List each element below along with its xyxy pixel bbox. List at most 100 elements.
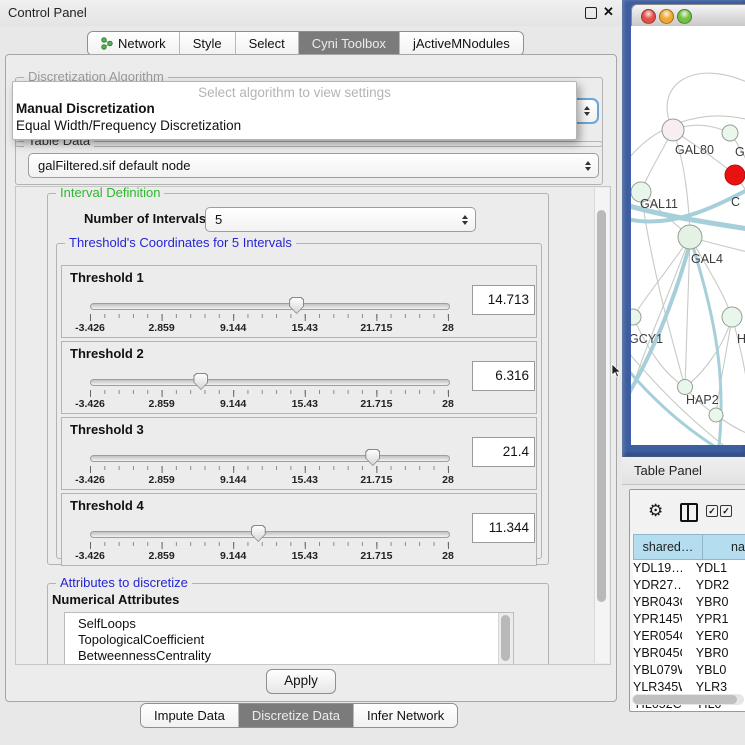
cell-shared-name[interactable]: YBR043C xyxy=(633,594,682,611)
table-row[interactable]: YER054C YER0 xyxy=(633,628,745,645)
apply-button[interactable]: Apply xyxy=(266,669,336,694)
scale-tick-label: 21.715 xyxy=(360,398,392,410)
cell-shared-name[interactable]: YBR045C xyxy=(633,645,682,662)
checkbox-icon[interactable]: ✓ xyxy=(720,505,732,517)
tab-style[interactable]: Style xyxy=(180,32,236,55)
slider-track[interactable] xyxy=(90,379,450,386)
cell-name[interactable]: YPR1 xyxy=(682,611,745,628)
tab-network[interactable]: Network xyxy=(88,32,180,55)
threshold-value-field[interactable]: 6.316 xyxy=(472,361,535,391)
threshold-value-field[interactable]: 11.344 xyxy=(472,513,535,543)
node-gal80[interactable] xyxy=(662,119,684,141)
threshold-row: Threshold 4 -3.4262.8599.14415.4321.7152… xyxy=(61,493,537,566)
column-header-shared-name[interactable]: shared… xyxy=(633,534,703,560)
close-icon[interactable]: ✕ xyxy=(603,4,614,20)
number-of-intervals-spinner[interactable]: 5 xyxy=(205,207,476,232)
slider-thumb[interactable] xyxy=(193,373,208,390)
attribute-item[interactable]: TopologicalCoefficient xyxy=(65,632,513,648)
tab-cyni-toolbox[interactable]: Cyni Toolbox xyxy=(299,32,400,55)
slider-scale-labels: -3.4262.8599.14415.4321.71528 xyxy=(90,550,448,562)
scale-tick-label: 2.859 xyxy=(148,322,174,334)
cell-name[interactable]: YDR2 xyxy=(682,577,745,594)
table-row[interactable]: YPR145W YPR1 xyxy=(633,611,745,628)
table-row[interactable]: YBR043C YBR0 xyxy=(633,594,745,611)
threshold-value-field[interactable]: 14.713 xyxy=(472,285,535,315)
slider-thumb[interactable] xyxy=(289,297,304,314)
slider-ticks-major xyxy=(90,542,449,549)
threshold-value-field[interactable]: 21.4 xyxy=(472,437,535,467)
settings-vertical-scrollbar[interactable] xyxy=(594,188,609,663)
thresholds-list: Threshold 1 -3.4262.8599.14415.4321.7152… xyxy=(57,265,541,569)
algorithm-popup-hint: Select algorithm to view settings xyxy=(13,85,576,100)
cell-name[interactable]: YBR0 xyxy=(682,645,745,662)
scale-tick-label: -3.426 xyxy=(75,398,105,410)
tab-jactivemnodules[interactable]: jActiveMNodules xyxy=(400,32,523,55)
tab-infer-network[interactable]: Infer Network xyxy=(354,704,457,727)
cell-name[interactable]: YBR0 xyxy=(682,594,745,611)
tab-discretize-data[interactable]: Discretize Data xyxy=(239,704,354,727)
network-nodes[interactable] xyxy=(631,119,745,422)
slider-thumb[interactable] xyxy=(251,525,266,542)
cell-shared-name[interactable]: YDL19… xyxy=(633,560,682,577)
cell-name[interactable]: YER0 xyxy=(682,628,745,645)
attribute-item[interactable]: BetweennessCentrality xyxy=(65,648,513,664)
float-window-icon[interactable] xyxy=(585,7,597,19)
table-data-combobox[interactable]: galFiltered.sif default node xyxy=(28,153,599,178)
slider-track[interactable] xyxy=(90,455,450,462)
algorithm-option-equal-width[interactable]: Equal Width/Frequency Discretization xyxy=(13,117,576,134)
node-red-selected[interactable] xyxy=(725,165,745,185)
cell-shared-name[interactable]: YDR27… xyxy=(633,577,682,594)
scale-tick-label: 15.43 xyxy=(292,474,318,486)
table-row[interactable]: YBR045C YBR0 xyxy=(633,645,745,662)
table-row[interactable]: YDL19… YDL1 xyxy=(633,560,745,577)
label-gcy1: GCY1 xyxy=(631,332,663,346)
gear-icon[interactable]: ⚙ xyxy=(648,501,663,521)
minimize-traffic-light-icon[interactable] xyxy=(659,9,674,24)
attribute-item[interactable]: SelfLoops xyxy=(65,616,513,632)
cell-name[interactable]: YDL1 xyxy=(682,560,745,577)
scale-tick-label: 21.715 xyxy=(360,550,392,562)
network-tab-icon xyxy=(101,37,113,50)
checkbox-icon[interactable]: ✓ xyxy=(706,505,718,517)
column-header-name[interactable]: na xyxy=(703,534,745,560)
slider-track[interactable] xyxy=(90,303,450,310)
tab-impute-data[interactable]: Impute Data xyxy=(141,704,239,727)
slider-track[interactable] xyxy=(90,531,450,538)
scale-tick-label: 2.859 xyxy=(148,474,174,486)
scale-tick-label: 28 xyxy=(442,474,454,486)
node-gal4[interactable] xyxy=(678,225,702,249)
node-gcy1[interactable] xyxy=(631,309,641,325)
zoom-traffic-light-icon[interactable] xyxy=(677,9,692,24)
columns-icon[interactable] xyxy=(680,503,698,522)
combo-arrows-icon xyxy=(584,106,590,116)
interval-definition-group: Interval Definition Number of Intervals … xyxy=(47,193,549,565)
slider-thumb[interactable] xyxy=(365,449,380,466)
tab-select[interactable]: Select xyxy=(236,32,299,55)
attributes-group: Attributes to discretize Numerical Attri… xyxy=(47,583,549,665)
scrollbar-thumb[interactable] xyxy=(597,210,606,602)
node-bottom[interactable] xyxy=(709,408,723,422)
numerical-attributes-list[interactable]: SelfLoopsTopologicalCoefficientBetweenne… xyxy=(64,612,514,665)
scale-tick-label: 28 xyxy=(442,322,454,334)
node-right[interactable] xyxy=(722,307,742,327)
table-data-group: Table Data galFiltered.sif default node xyxy=(15,141,603,185)
tab-network-label: Network xyxy=(118,32,166,55)
tab-discretize-data-label: Discretize Data xyxy=(252,704,340,727)
table-row[interactable]: YDR27… YDR2 xyxy=(633,577,745,594)
attributes-list-scrollbar[interactable] xyxy=(498,613,513,665)
network-canvas[interactable]: GAL80 GA C GAL11 GAL4 GCY1 H HAP2 xyxy=(631,26,745,445)
label-partial-top-right: GA xyxy=(735,145,745,159)
combo-arrows-icon xyxy=(585,161,591,171)
scrollbar-thumb[interactable] xyxy=(633,695,737,704)
cell-shared-name[interactable]: YPR145W xyxy=(633,611,682,628)
cell-shared-name[interactable]: YBL079W xyxy=(633,662,682,679)
cell-shared-name[interactable]: YER054C xyxy=(633,628,682,645)
node-top-right[interactable] xyxy=(722,125,738,141)
close-traffic-light-icon[interactable] xyxy=(641,9,656,24)
cell-name[interactable]: YBL0 xyxy=(682,662,745,679)
table-horizontal-scrollbar[interactable] xyxy=(632,694,744,705)
algorithm-option-manual[interactable]: Manual Discretization xyxy=(13,100,576,117)
scale-tick-label: 9.144 xyxy=(220,550,246,562)
table-row[interactable]: YBL079W YBL0 xyxy=(633,662,745,679)
threshold-label: Threshold 3 xyxy=(70,422,144,437)
